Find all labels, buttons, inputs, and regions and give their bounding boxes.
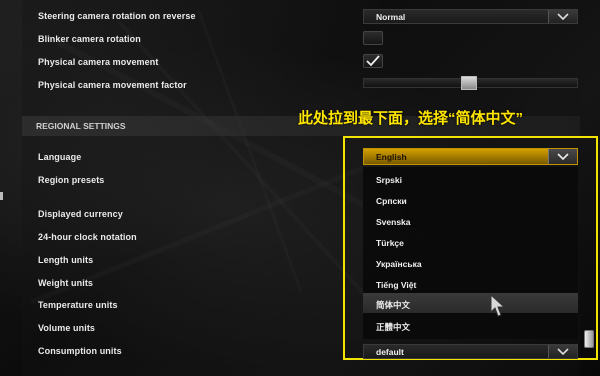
blinker-rotation-checkbox[interactable]	[363, 31, 383, 45]
blinker-rotation-label: Blinker camera rotation	[38, 34, 141, 44]
mouse-cursor-icon	[490, 294, 506, 317]
language-option[interactable]: Српски	[363, 190, 578, 210]
section-title: REGIONAL SETTINGS	[36, 121, 126, 131]
currency-label: Displayed currency	[38, 209, 123, 219]
language-option[interactable]: Tiếng Việt	[363, 274, 578, 294]
language-option[interactable]: Українська	[363, 253, 578, 273]
length-units-label: Length units	[38, 255, 94, 265]
physical-movement-checkbox[interactable]	[363, 54, 383, 68]
consumption-units-dropdown[interactable]: default	[363, 344, 578, 359]
language-option[interactable]: Türkçe	[363, 232, 578, 252]
consumption-units-label: Consumption units	[38, 346, 122, 356]
clock-label: 24-hour clock notation	[38, 232, 137, 242]
volume-units-label: Volume units	[38, 323, 96, 333]
steering-rotation-label: Steering camera rotation on reverse	[38, 11, 196, 21]
physical-factor-label: Physical camera movement factor	[38, 80, 187, 90]
temperature-units-label: Temperature units	[38, 300, 118, 310]
language-option[interactable]: Svenska	[363, 211, 578, 231]
physical-movement-label: Physical camera movement	[38, 57, 159, 67]
language-selected-value: English	[376, 152, 407, 162]
physical-factor-slider-thumb[interactable]	[461, 76, 477, 90]
steering-rotation-value: Normal	[376, 12, 406, 22]
language-option[interactable]: Srpski	[363, 169, 578, 189]
steering-rotation-dropdown[interactable]: Normal	[363, 9, 578, 24]
language-option-hovered[interactable]: 简体中文	[363, 293, 578, 313]
left-edge-marker	[0, 192, 3, 200]
region-presets-label: Region presets	[38, 175, 105, 185]
annotation-text: 此处拉到最下面，选择“简体中文”	[298, 110, 524, 127]
language-option[interactable]: 正體中文	[363, 315, 578, 335]
language-dropdown[interactable]: English	[363, 148, 578, 165]
language-options-list: Srpski Српски Svenska Türkçe Українська …	[363, 167, 578, 339]
chevron-down-icon[interactable]	[548, 345, 577, 358]
chevron-down-icon[interactable]	[548, 10, 577, 23]
chevron-down-icon[interactable]	[548, 149, 577, 164]
consumption-units-value: default	[376, 347, 404, 357]
checkmark-icon	[366, 55, 380, 67]
list-scrollbar-thumb[interactable]	[584, 330, 594, 348]
weight-units-label: Weight units	[38, 278, 94, 288]
language-label: Language	[38, 152, 82, 162]
